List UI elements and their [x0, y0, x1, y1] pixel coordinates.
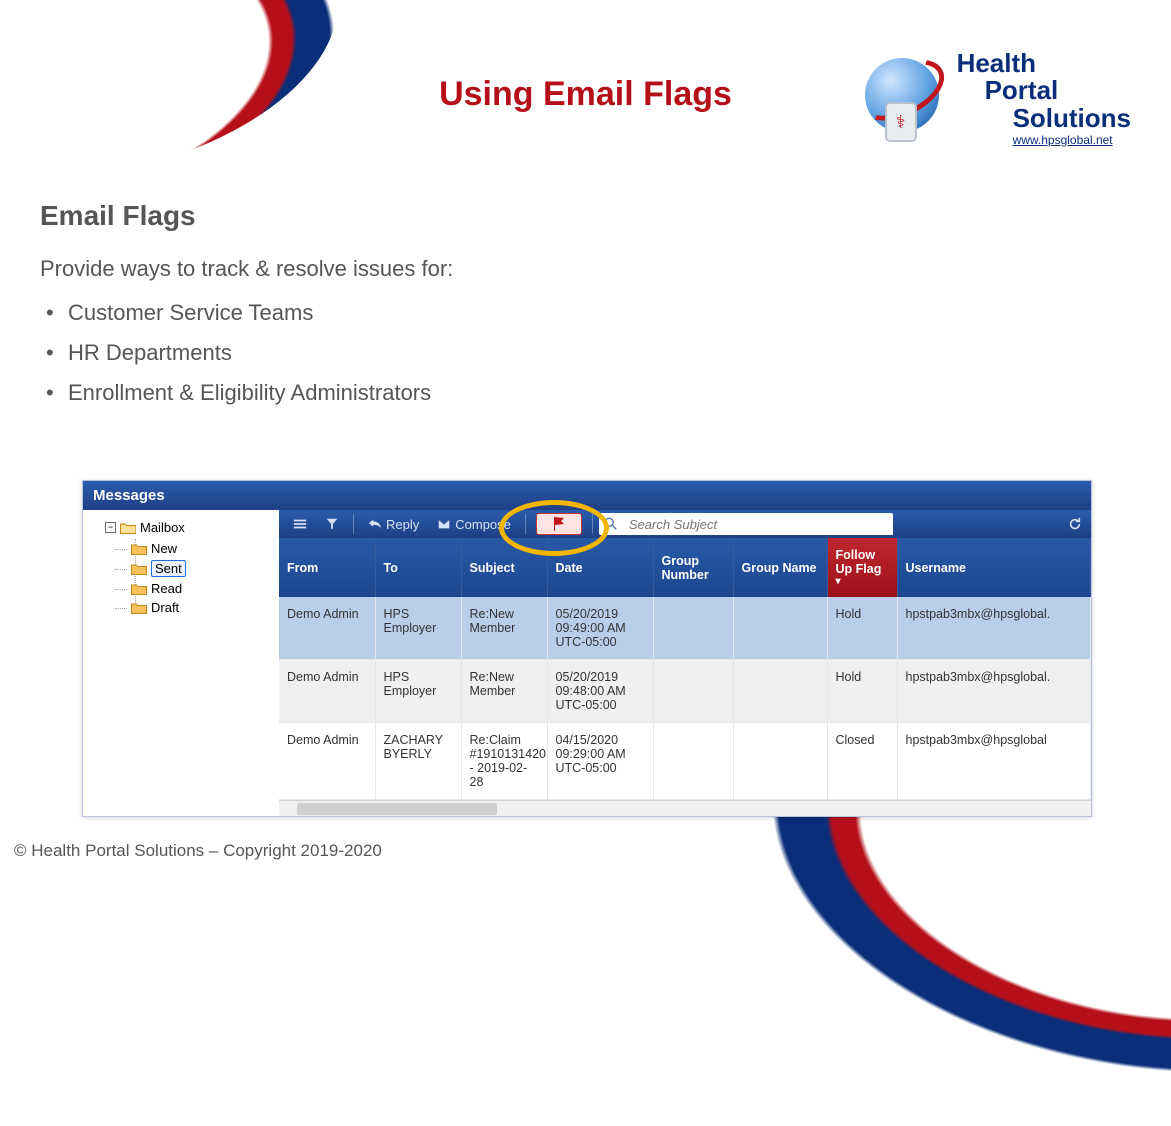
flag-icon	[551, 516, 567, 532]
toolbar-divider	[353, 514, 354, 534]
cell-group-number	[653, 597, 733, 660]
bullet-list: Customer Service Teams HR Departments En…	[40, 300, 1131, 406]
table-header-row: From To Subject Date Group Number Group …	[279, 538, 1091, 597]
reply-button[interactable]: Reply	[360, 514, 427, 535]
table-row[interactable]: Demo Admin ZACHARY BYERLY Re:Claim #1910…	[279, 723, 1091, 800]
cell-date: 04/15/2020 09:29:00 AM UTC-05:00	[547, 723, 653, 800]
search-input[interactable]	[623, 514, 893, 535]
logo-text: Health Portal Solutions www.hpsglobal.ne…	[957, 50, 1131, 146]
cell-flag: Closed	[827, 723, 897, 800]
logo: ⚕ Health Portal Solutions www.hpsglobal.…	[861, 50, 1131, 146]
col-subject[interactable]: Subject	[461, 538, 547, 597]
table-row[interactable]: Demo Admin HPS Employer Re:New Member 05…	[279, 660, 1091, 723]
col-to[interactable]: To	[375, 538, 461, 597]
cell-username: hpstpab3mbx@hpsglobal.	[897, 597, 1091, 660]
horizontal-scrollbar[interactable]	[279, 800, 1091, 816]
tree-root[interactable]: − Mailbox	[105, 520, 273, 535]
bullet-item: HR Departments	[68, 340, 1131, 366]
search-icon[interactable]	[599, 513, 623, 535]
cell-subject: Re:New Member	[461, 660, 547, 723]
col-username[interactable]: Username	[897, 538, 1091, 597]
tree-item-label: Draft	[151, 600, 179, 615]
tree-item-draft[interactable]: Draft	[131, 598, 273, 617]
cell-date: 05/20/2019 09:48:00 AM UTC-05:00	[547, 660, 653, 723]
tree-root-label: Mailbox	[140, 520, 185, 535]
tree-item-label: New	[151, 541, 177, 556]
search-box	[599, 513, 893, 535]
folder-icon	[131, 583, 147, 595]
tree-item-label: Sent	[151, 560, 186, 577]
folder-icon	[120, 522, 136, 534]
logo-line1: Health	[957, 50, 1131, 77]
panel-header: Messages	[83, 481, 1091, 510]
cell-flag: Hold	[827, 597, 897, 660]
col-from[interactable]: From	[279, 538, 375, 597]
cell-date: 05/20/2019 09:49:00 AM UTC-05:00	[547, 597, 653, 660]
cell-from: Demo Admin	[279, 597, 375, 660]
cell-to: HPS Employer	[375, 660, 461, 723]
flag-button[interactable]	[536, 513, 582, 535]
filter-right-button[interactable]	[317, 514, 347, 534]
folder-icon	[131, 543, 147, 555]
tree-item-label: Read	[151, 581, 182, 596]
intro-text: Provide ways to track & resolve issues f…	[40, 256, 1131, 282]
messages-panel: Messages − Mailbox New Sent	[82, 480, 1092, 817]
reply-label: Reply	[386, 517, 419, 532]
bullet-item: Enrollment & Eligibility Administrators	[68, 380, 1131, 406]
section-heading: Email Flags	[40, 200, 1131, 232]
toolbar-divider	[592, 514, 593, 534]
bullet-item: Customer Service Teams	[68, 300, 1131, 326]
cell-group-number	[653, 723, 733, 800]
compose-button[interactable]: Compose	[429, 514, 519, 535]
globe-icon: ⚕	[861, 54, 949, 142]
folder-icon	[131, 602, 147, 614]
logo-line3: Solutions	[957, 105, 1131, 132]
tree-item-sent[interactable]: Sent	[131, 558, 273, 579]
messages-table: From To Subject Date Group Number Group …	[279, 538, 1091, 800]
cell-flag: Hold	[827, 660, 897, 723]
caduceus-icon: ⚕	[896, 112, 906, 133]
filter-left-button[interactable]	[285, 514, 315, 534]
mailbox-tree: − Mailbox New Sent Read	[83, 510, 279, 816]
cell-group-name	[733, 660, 827, 723]
cell-group-number	[653, 660, 733, 723]
scrollbar-thumb[interactable]	[297, 803, 497, 815]
cell-username: hpstpab3mbx@hpsglobal.	[897, 660, 1091, 723]
col-group-name[interactable]: Group Name	[733, 538, 827, 597]
cell-subject: Re:New Member	[461, 597, 547, 660]
table-row[interactable]: Demo Admin HPS Employer Re:New Member 05…	[279, 597, 1091, 660]
tree-item-read[interactable]: Read	[131, 579, 273, 598]
toolbar-divider	[525, 514, 526, 534]
cell-to: ZACHARY BYERLY	[375, 723, 461, 800]
col-group-number[interactable]: Group Number	[653, 538, 733, 597]
logo-line2: Portal	[957, 77, 1131, 104]
cell-from: Demo Admin	[279, 723, 375, 800]
collapse-icon[interactable]: −	[105, 522, 116, 533]
cell-group-name	[733, 597, 827, 660]
cell-to: HPS Employer	[375, 597, 461, 660]
logo-url: www.hpsglobal.net	[957, 134, 1131, 147]
folder-icon	[131, 563, 147, 575]
cell-subject: Re:Claim #1910131420 - 2019-02-28	[461, 723, 547, 800]
copyright: © Health Portal Solutions – Copyright 20…	[14, 841, 382, 861]
refresh-button[interactable]	[1065, 514, 1085, 534]
col-follow-up-flag[interactable]: Follow Up Flag	[827, 538, 897, 597]
cell-from: Demo Admin	[279, 660, 375, 723]
grid-toolbar: Reply Compose	[279, 510, 1091, 538]
compose-label: Compose	[455, 517, 511, 532]
cell-username: hpstpab3mbx@hpsglobal	[897, 723, 1091, 800]
col-date[interactable]: Date	[547, 538, 653, 597]
cell-group-name	[733, 723, 827, 800]
tree-item-new[interactable]: New	[131, 539, 273, 558]
